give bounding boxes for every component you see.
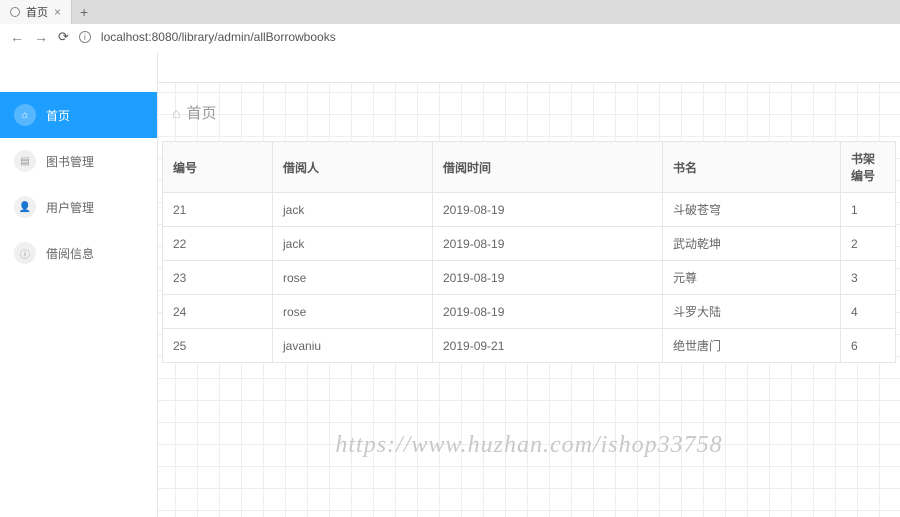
tab-title: 首页	[26, 4, 48, 20]
cell-id: 25	[163, 329, 273, 363]
cell-book: 绝世唐门	[663, 329, 841, 363]
sidebar: ⌂ 首页 ▤ 图书管理 👤 用户管理 ⓘ 借阅信息	[0, 52, 158, 517]
cell-book: 元尊	[663, 261, 841, 295]
cell-book: 斗破苍穹	[663, 193, 841, 227]
col-id: 编号	[163, 142, 273, 193]
url-text[interactable]: localhost:8080/library/admin/allBorrowbo…	[101, 30, 336, 44]
cell-shelf: 2	[841, 227, 896, 261]
tab-bar: 首页 × +	[0, 0, 900, 24]
cell-borrower: jack	[273, 227, 433, 261]
table-header-row: 编号 借阅人 借阅时间 书名 书架编号	[163, 142, 896, 193]
user-icon: 👤	[14, 196, 36, 218]
site-info-icon[interactable]: i	[79, 31, 91, 43]
table-row[interactable]: 21 jack 2019-08-19 斗破苍穹 1	[163, 193, 896, 227]
table-row[interactable]: 22 jack 2019-08-19 武动乾坤 2	[163, 227, 896, 261]
sidebar-item-books[interactable]: ▤ 图书管理	[0, 138, 157, 184]
cell-time: 2019-08-19	[433, 227, 663, 261]
cell-book: 武动乾坤	[663, 227, 841, 261]
forward-icon[interactable]: →	[34, 29, 48, 45]
back-icon[interactable]: ←	[10, 29, 24, 45]
sidebar-item-label: 用户管理	[46, 199, 94, 216]
tab-close-icon[interactable]: ×	[54, 6, 61, 18]
cell-id: 21	[163, 193, 273, 227]
cell-borrower: javaniu	[273, 329, 433, 363]
sidebar-item-label: 图书管理	[46, 153, 94, 170]
browser-chrome: 首页 × + ← → ⟳ i localhost:8080/library/ad…	[0, 0, 900, 52]
main-content: ⌂ 首页 编号 借阅人 借阅时间 书名 书架编号 21 jack	[158, 52, 900, 517]
table-row[interactable]: 23 rose 2019-08-19 元尊 3	[163, 261, 896, 295]
watermark: https://www.huzhan.com/ishop33758	[335, 432, 722, 459]
cell-time: 2019-09-21	[433, 329, 663, 363]
cell-id: 22	[163, 227, 273, 261]
book-icon: ▤	[14, 150, 36, 172]
cell-shelf: 1	[841, 193, 896, 227]
sidebar-item-label: 借阅信息	[46, 245, 94, 262]
sidebar-item-home[interactable]: ⌂ 首页	[0, 92, 157, 138]
cell-book: 斗罗大陆	[663, 295, 841, 329]
borrow-table: 编号 借阅人 借阅时间 书名 书架编号 21 jack 2019-08-19 斗…	[162, 141, 896, 363]
table-row[interactable]: 24 rose 2019-08-19 斗罗大陆 4	[163, 295, 896, 329]
breadcrumb: ⌂ 首页	[158, 92, 900, 133]
cell-id: 24	[163, 295, 273, 329]
cell-time: 2019-08-19	[433, 295, 663, 329]
address-bar: ← → ⟳ i localhost:8080/library/admin/all…	[0, 24, 900, 51]
cell-shelf: 3	[841, 261, 896, 295]
col-book: 书名	[663, 142, 841, 193]
cell-borrower: rose	[273, 261, 433, 295]
table-row[interactable]: 25 javaniu 2019-09-21 绝世唐门 6	[163, 329, 896, 363]
cell-shelf: 4	[841, 295, 896, 329]
cell-id: 23	[163, 261, 273, 295]
page-title: 首页	[186, 102, 216, 123]
new-tab-button[interactable]: +	[72, 4, 96, 20]
cell-borrower: rose	[273, 295, 433, 329]
cell-shelf: 6	[841, 329, 896, 363]
sidebar-item-users[interactable]: 👤 用户管理	[0, 184, 157, 230]
col-time: 借阅时间	[433, 142, 663, 193]
col-shelf: 书架编号	[841, 142, 896, 193]
cell-borrower: jack	[273, 193, 433, 227]
sidebar-item-label: 首页	[46, 107, 70, 124]
info-icon: ⓘ	[14, 242, 36, 264]
browser-tab[interactable]: 首页 ×	[0, 0, 72, 24]
col-borrower: 借阅人	[273, 142, 433, 193]
home-icon: ⌂	[14, 104, 36, 126]
app-body: ⌂ 首页 ▤ 图书管理 👤 用户管理 ⓘ 借阅信息 ⌂ 首页 编号	[0, 52, 900, 517]
reload-icon[interactable]: ⟳	[58, 29, 69, 45]
home-icon: ⌂	[172, 105, 180, 121]
cell-time: 2019-08-19	[433, 193, 663, 227]
sidebar-item-borrow[interactable]: ⓘ 借阅信息	[0, 230, 157, 276]
cell-time: 2019-08-19	[433, 261, 663, 295]
globe-icon	[10, 7, 20, 17]
